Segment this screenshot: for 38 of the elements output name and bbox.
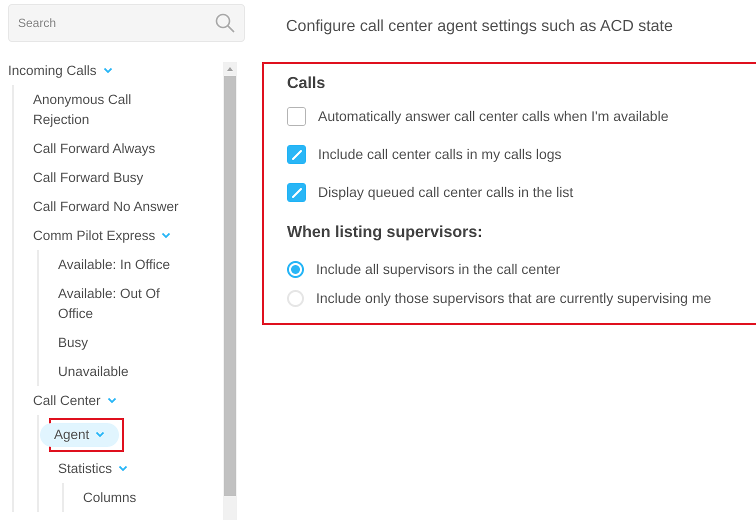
tree-item[interactable]: Unavailable bbox=[58, 360, 129, 384]
tree-item[interactable]: Anonymous Call Rejection bbox=[33, 88, 191, 132]
checkmark-icon bbox=[290, 186, 302, 198]
radio-label: Include only those supervisors that are currently supervising me bbox=[316, 289, 712, 308]
tree-item[interactable]: Call Forward Always bbox=[33, 136, 156, 160]
chevron-icon[interactable] bbox=[95, 431, 106, 438]
search-icon bbox=[215, 13, 235, 33]
radio-label: Include all supervisors in the call center bbox=[316, 260, 560, 279]
chevron-icon[interactable] bbox=[106, 397, 117, 404]
tree-item[interactable]: Call Center bbox=[33, 388, 117, 412]
tree-item[interactable]: Busy bbox=[58, 330, 88, 354]
tree-item[interactable]: Available: In Office bbox=[58, 252, 170, 276]
tree-item[interactable]: Agent bbox=[40, 422, 120, 446]
page-description: Configure call center agent settings such as ACD state bbox=[286, 17, 674, 37]
tree-item[interactable]: Columns bbox=[83, 486, 136, 510]
radio-button[interactable] bbox=[287, 261, 304, 278]
chevron-icon[interactable] bbox=[118, 465, 128, 472]
chevron-icon[interactable] bbox=[102, 67, 113, 74]
search-field[interactable]: Search bbox=[8, 4, 245, 42]
checkmark-icon bbox=[290, 148, 302, 160]
scroll-up-icon[interactable] bbox=[226, 66, 234, 72]
checkbox-label: Automatically answer call center calls when I'm available bbox=[318, 107, 668, 126]
checkbox-label: Include call center calls in my calls logs bbox=[318, 145, 562, 164]
section-heading: When listing supervisors: bbox=[287, 223, 484, 243]
checkbox[interactable] bbox=[287, 183, 306, 202]
checkbox[interactable] bbox=[287, 145, 306, 164]
tree-item[interactable]: Call Forward Busy bbox=[33, 166, 144, 190]
scrollbar[interactable] bbox=[223, 62, 237, 520]
tree-item[interactable]: Call Forward No Answer bbox=[33, 194, 179, 218]
section-heading: Calls bbox=[287, 74, 326, 94]
tree-item[interactable]: Statistics bbox=[58, 456, 128, 480]
tree-item[interactable]: Available: Out Of Office bbox=[58, 282, 196, 326]
checkbox-label: Display queued call center calls in the list bbox=[318, 183, 574, 202]
checkbox[interactable] bbox=[287, 107, 306, 126]
tree-item[interactable]: Incoming Calls bbox=[8, 62, 113, 82]
chevron-icon[interactable] bbox=[161, 232, 172, 239]
search-input[interactable]: Search bbox=[18, 14, 215, 32]
tree-item[interactable]: Comm Pilot Express bbox=[33, 224, 172, 248]
